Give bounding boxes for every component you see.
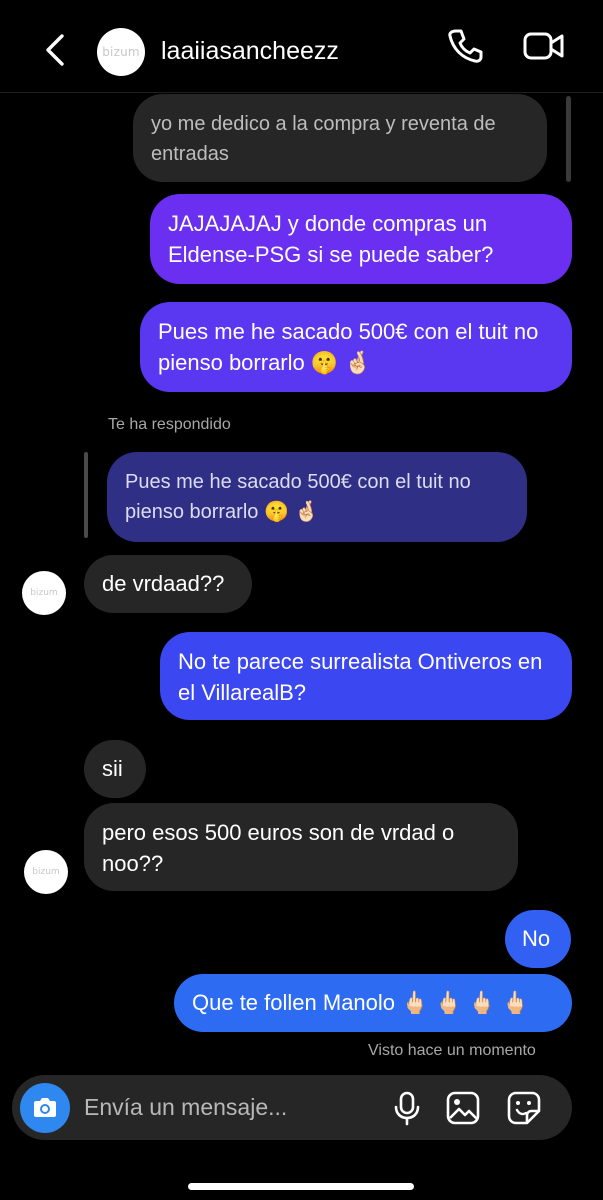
contact-username[interactable]: laaiiasancheezz (161, 37, 339, 66)
back-chevron-icon[interactable] (40, 30, 72, 70)
outgoing-message[interactable]: Que te follen Manolo 🖕🏻 🖕🏻 🖕🏻 🖕🏻 (174, 974, 572, 1032)
message-composer: Envía un mensaje... (12, 1075, 572, 1140)
gallery-icon[interactable] (444, 1089, 482, 1127)
camera-icon (34, 1098, 56, 1117)
avatar-logo: bizum (102, 45, 140, 59)
sticker-icon[interactable] (505, 1089, 543, 1127)
phone-icon[interactable] (443, 24, 487, 68)
incoming-message[interactable]: de vrdaad?? (84, 555, 252, 613)
home-indicator[interactable] (188, 1183, 414, 1190)
quoted-reply-bubble[interactable]: Pues me he sacado 500€ con el tuit no pi… (107, 452, 527, 542)
contact-avatar[interactable]: bizum (97, 28, 145, 76)
scrollbar[interactable] (566, 96, 571, 182)
message-input[interactable]: Envía un mensaje... (84, 1094, 287, 1121)
reply-indicator-bar (84, 452, 88, 538)
seen-status: Visto hace un momento (368, 1042, 536, 1059)
incoming-message[interactable]: sii (84, 740, 146, 798)
outgoing-message[interactable]: Pues me he sacado 500€ con el tuit no pi… (140, 302, 572, 392)
sender-avatar[interactable]: bizum (22, 571, 66, 615)
reply-label: Te ha respondido (108, 416, 231, 433)
outgoing-message[interactable]: No (505, 910, 571, 968)
outgoing-message[interactable]: JAJAJAJAJ y donde compras un Eldense-PSG… (150, 194, 572, 284)
incoming-message[interactable]: yo me dedico a la compra y reventa de en… (133, 94, 547, 182)
chat-header: bizum laaiiasancheezz (0, 0, 603, 93)
incoming-message[interactable]: pero esos 500 euros son de vrdad o noo?? (84, 803, 518, 891)
camera-button[interactable] (20, 1083, 70, 1133)
video-camera-icon[interactable] (521, 24, 565, 68)
microphone-icon[interactable] (388, 1089, 426, 1127)
outgoing-message[interactable]: No te parece surrealista Ontiveros en el… (160, 632, 572, 720)
sender-avatar[interactable]: bizum (24, 850, 68, 894)
